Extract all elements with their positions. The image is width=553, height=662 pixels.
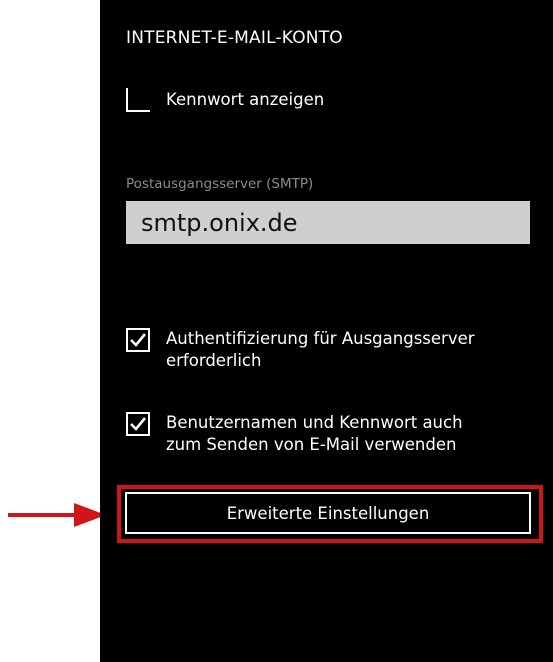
auth-required-label: Authentifizierung für Ausgangsserver erf… [166,328,475,372]
show-password-label: Kennwort anzeigen [166,90,325,109]
use-credentials-label: Benutzernamen und Kennwort auch zum Send… [166,412,463,456]
show-password-checkbox[interactable] [126,88,150,112]
smtp-server-input[interactable] [126,201,530,244]
screenshot-canvas: INTERNET-E-MAIL-KONTO Kennwort anzeigen … [0,0,553,662]
auth-required-label-line2: erforderlich [166,351,262,370]
email-account-settings-screen: INTERNET-E-MAIL-KONTO Kennwort anzeigen … [100,0,553,662]
arrow-right-icon [8,503,106,527]
page-title: INTERNET-E-MAIL-KONTO [126,28,343,48]
use-credentials-checkbox[interactable] [126,412,150,436]
smtp-server-label: Postausgangsserver (SMTP) [126,176,314,192]
use-credentials-option[interactable]: Benutzernamen und Kennwort auch zum Send… [126,412,463,456]
show-password-option[interactable]: Kennwort anzeigen [126,88,324,112]
auth-required-checkbox[interactable] [126,328,150,352]
use-credentials-label-line2: zum Senden von E-Mail verwenden [166,435,457,454]
checkmark-icon [130,417,147,431]
auth-required-label-line1: Authentifizierung für Ausgangsserver [166,329,475,348]
use-credentials-label-line1: Benutzernamen und Kennwort auch [166,413,463,432]
auth-required-option[interactable]: Authentifizierung für Ausgangsserver erf… [126,328,475,372]
advanced-settings-button[interactable]: Erweiterte Einstellungen [125,492,531,534]
checkmark-icon [130,333,147,347]
